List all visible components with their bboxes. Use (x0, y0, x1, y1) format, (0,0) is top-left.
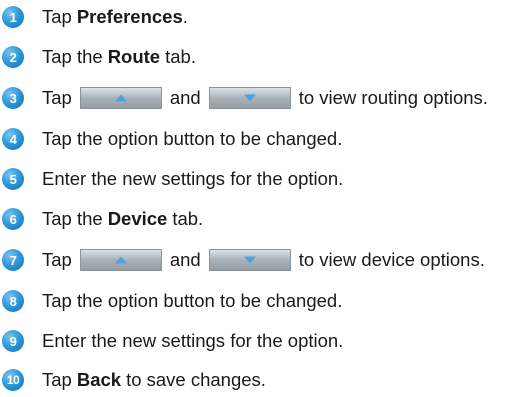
ui-term: Route (107, 46, 161, 67)
step-text: Tap the (42, 46, 103, 67)
scroll-down-button[interactable] (208, 87, 291, 109)
step-number-badge: 1 (2, 6, 24, 28)
step-text: Tap the option button to be changed. (42, 128, 343, 149)
step-number-badge: 2 (2, 46, 24, 68)
step-number-badge: 3 (2, 87, 24, 109)
step-text: Tap (42, 249, 72, 270)
scroll-up-button[interactable] (79, 87, 162, 109)
step-number-badge: 4 (2, 128, 24, 150)
triangle-down-icon (243, 94, 256, 102)
step-number-badge: 8 (2, 290, 24, 312)
step-text: Tap (42, 369, 72, 390)
step-text: Tap the (42, 208, 103, 229)
triangle-up-icon (114, 94, 127, 102)
step-text: tab. (172, 208, 204, 229)
step-text: to view routing options. (298, 87, 488, 108)
step-text: . (182, 6, 188, 27)
ui-term: Device (107, 208, 168, 229)
step-text: Enter the new settings for the option. (42, 330, 344, 351)
step-number-badge: 6 (2, 208, 24, 230)
scroll-down-button[interactable] (208, 249, 291, 271)
triangle-up-icon (114, 256, 127, 264)
step-text: and (169, 87, 201, 108)
step-text: Tap the option button to be changed. (42, 290, 343, 311)
step-text: Tap (42, 87, 72, 108)
step-text: to view device options. (298, 249, 485, 270)
step-text: Enter the new settings for the option. (42, 168, 344, 189)
step-number-badge: 7 (2, 249, 24, 271)
scroll-up-button[interactable] (79, 249, 162, 271)
step-number-badge: 9 (2, 330, 24, 352)
triangle-down-icon (243, 256, 256, 264)
step-text: Tap (42, 6, 72, 27)
ui-term: Preferences (76, 6, 183, 27)
step-text: and (169, 249, 201, 270)
ui-term: Back (76, 369, 122, 390)
step-number-badge: 10 (2, 369, 24, 391)
step-text: to save changes. (126, 369, 266, 390)
instruction-steps: 1 Tap Preferences. 2 Tap the Route tab. 3 T… (0, 0, 514, 397)
step-text: tab. (165, 46, 196, 67)
step-number-badge: 5 (2, 168, 24, 190)
